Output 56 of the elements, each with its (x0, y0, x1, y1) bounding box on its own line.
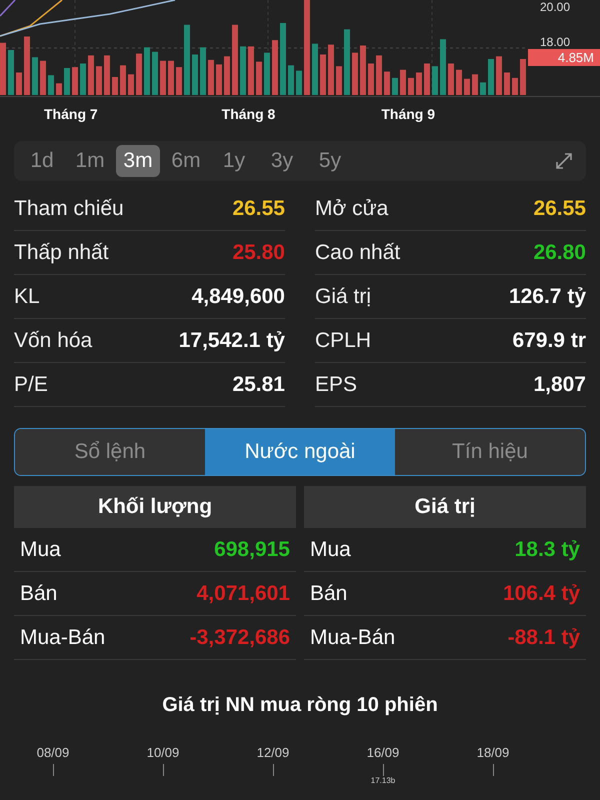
period-tab[interactable]: 3m (116, 145, 160, 177)
price-axis-label: 20.00 (539, 0, 570, 14)
date-label: 10/09 (146, 745, 180, 760)
stat-label: Giá trị (315, 284, 372, 308)
stat-label: KL (14, 284, 40, 308)
stat-value: 26.55 (232, 196, 285, 220)
stat-label: CPLH (315, 328, 372, 352)
date-label: 16/09 (366, 745, 400, 760)
stat-value: 679.9 tr (512, 328, 586, 352)
stat-value: 25.81 (232, 372, 285, 396)
stat-value: 25.80 (232, 240, 285, 264)
period-tab[interactable]: 1y (212, 145, 256, 177)
row-label: Mua (310, 538, 351, 562)
row-label: Mua-Bán (310, 626, 396, 650)
date-label: 08/09 (36, 745, 70, 760)
stat-label: Vốn hóa (14, 328, 92, 352)
stat-value: 1,807 (533, 372, 586, 396)
row-label: Bán (20, 582, 58, 606)
period-tab[interactable]: 1m (68, 145, 112, 177)
row-label: Mua-Bán (20, 626, 106, 650)
row-value: -3,372,686 (190, 626, 290, 650)
row-value: 18.3 tỷ (514, 538, 580, 562)
price-axis-label: 18.00 (539, 35, 570, 49)
value-label: 17.13b (370, 776, 396, 785)
period-tab[interactable]: 6m (164, 145, 208, 177)
date-label: 12/09 (256, 745, 290, 760)
stat-value: 17,542.1 tỷ (178, 328, 285, 352)
row-value: 698,915 (214, 538, 290, 562)
period-tab[interactable]: 3y (260, 145, 304, 177)
stat-label: P/E (14, 372, 48, 396)
stat-value: 126.7 tỷ (508, 284, 586, 308)
stat-value: 26.55 (533, 196, 586, 220)
expand-icon[interactable] (554, 151, 574, 171)
volume-badge: 4.85M (528, 49, 600, 66)
stat-value: 26.80 (533, 240, 586, 264)
stat-value: 4,849,600 (192, 284, 285, 308)
row-label: Bán (310, 582, 348, 606)
column-header: Khối lượng (14, 486, 296, 528)
column-header: Giá trị (304, 486, 586, 528)
month-label: Tháng 7 (44, 106, 98, 122)
period-tab[interactable]: 1d (20, 145, 64, 177)
month-label: Tháng 9 (381, 106, 436, 122)
period-tab[interactable]: 5y (308, 145, 352, 177)
stat-label: EPS (315, 372, 358, 396)
row-label: Mua (20, 538, 61, 562)
chart-title: Giá trị NN mua ròng 10 phiên (161, 694, 439, 717)
row-value: 4,071,601 (196, 582, 290, 606)
date-label: 18/09 (476, 745, 510, 760)
stat-label: Tham chiếu (14, 196, 124, 220)
row-value: 106.4 tỷ (502, 582, 580, 606)
row-value: -88.1 tỷ (508, 626, 580, 650)
stat-label: Thấp nhất (14, 240, 109, 264)
month-label: Tháng 8 (222, 106, 276, 122)
stat-label: Mở cửa (315, 196, 388, 220)
stat-label: Cao nhất (315, 240, 400, 264)
segment-tab[interactable]: Nước ngoài (205, 429, 395, 475)
